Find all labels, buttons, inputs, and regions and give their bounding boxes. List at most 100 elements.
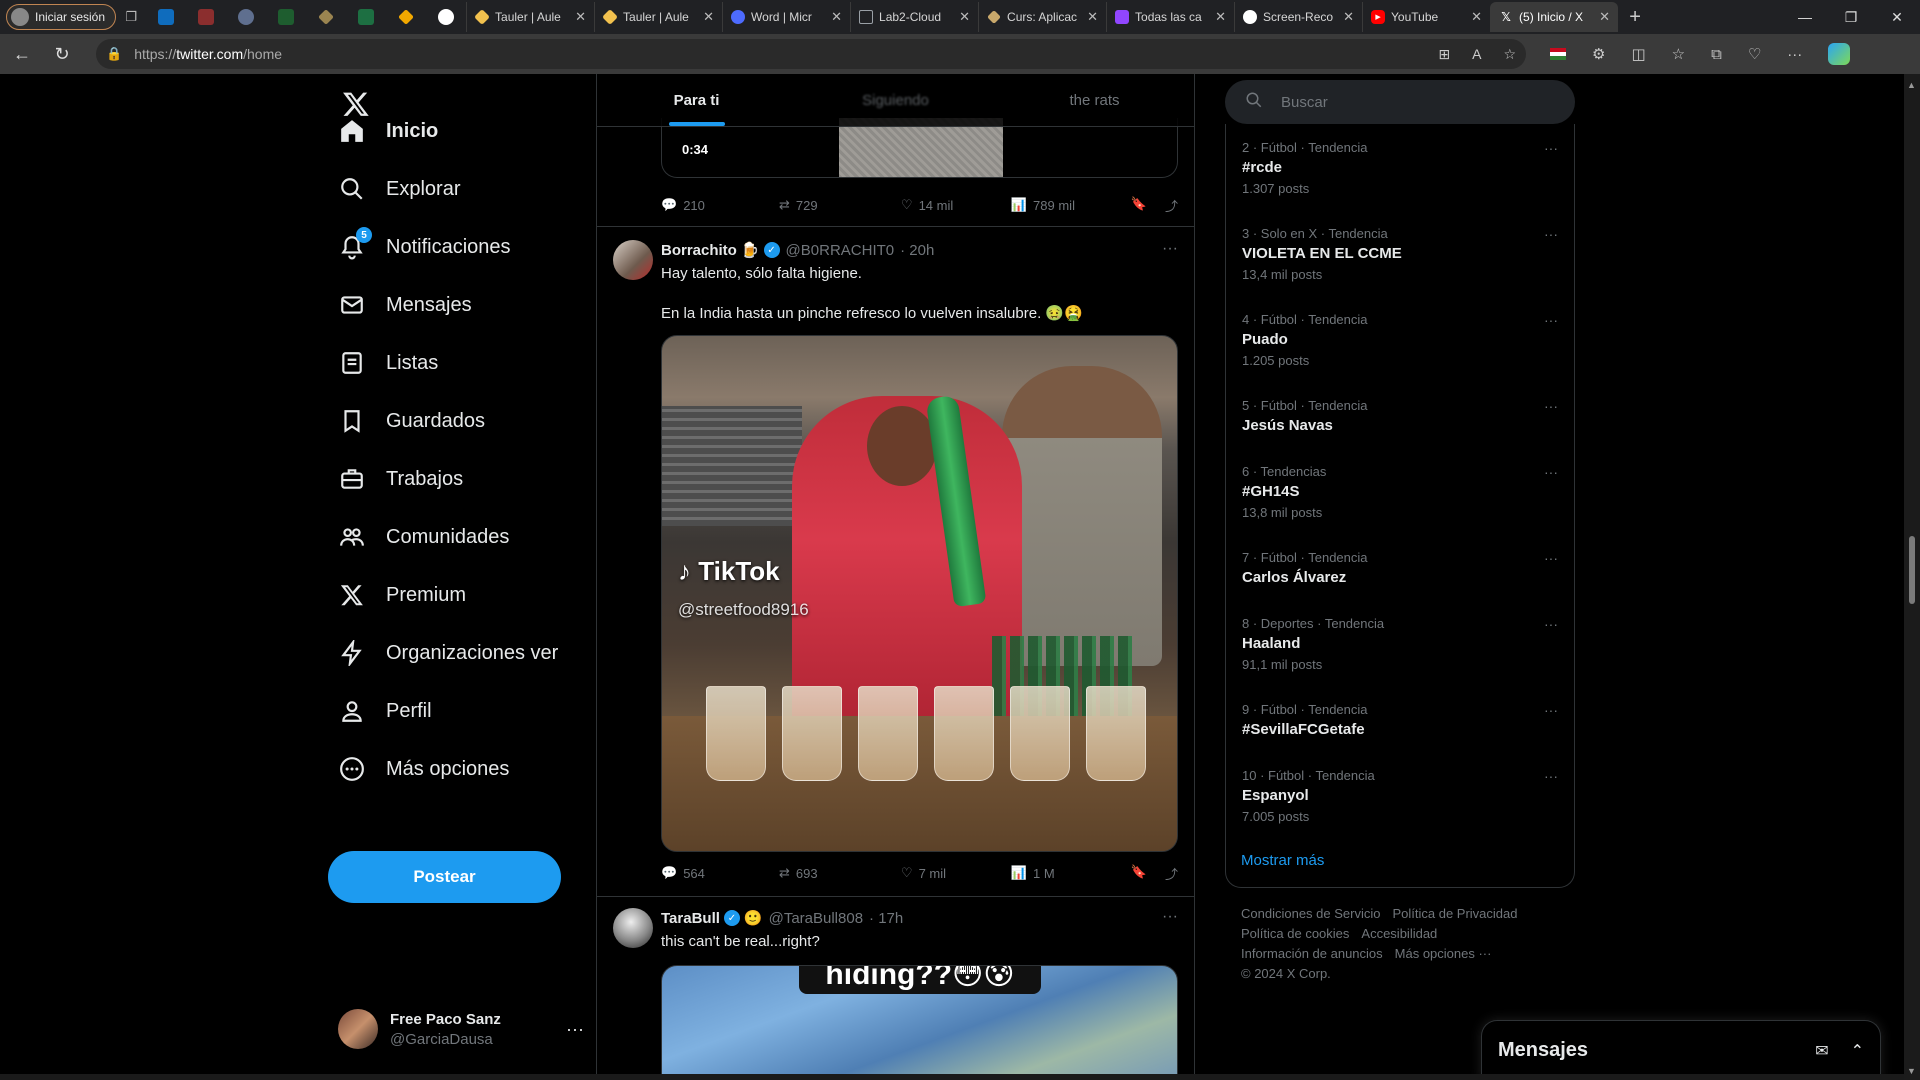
- nav-communities[interactable]: Comunidades: [338, 512, 509, 562]
- reply-button[interactable]: 💬 210: [661, 197, 779, 213]
- search-input[interactable]: Buscar: [1225, 80, 1575, 124]
- tab-the-rats[interactable]: the rats: [995, 74, 1194, 126]
- trend-item[interactable]: 7 · Fútbol · Tendencia Carlos Álvarez ··…: [1242, 550, 1558, 586]
- repost-button[interactable]: ⇄ 693: [779, 865, 901, 881]
- split-screen-icon[interactable]: ◫: [1631, 45, 1645, 63]
- more-icon[interactable]: ···: [1544, 226, 1558, 242]
- more-icon[interactable]: ···: [1544, 616, 1558, 632]
- pinned-tab-sheet[interactable]: [346, 3, 386, 31]
- footer-link[interactable]: Política de Privacidad: [1392, 906, 1517, 921]
- pinned-tab-app[interactable]: [186, 3, 226, 31]
- nav-jobs[interactable]: Trabajos: [338, 454, 463, 504]
- pinned-tab-calc[interactable]: [266, 3, 306, 31]
- footer-link[interactable]: Política de cookies: [1241, 926, 1349, 941]
- trend-item[interactable]: 10 · Fútbol · Tendencia Espanyol 7.005 p…: [1242, 768, 1558, 824]
- footer-link[interactable]: Información de anuncios: [1241, 946, 1383, 961]
- like-button[interactable]: ♡ 14 mil: [901, 197, 1011, 213]
- settings-more-icon[interactable]: ···: [1787, 46, 1802, 63]
- more-icon[interactable]: ···: [1544, 702, 1558, 718]
- avatar[interactable]: [613, 240, 653, 280]
- more-icon[interactable]: ···: [566, 1019, 584, 1040]
- views-button[interactable]: 📊 789 mil: [1011, 197, 1131, 213]
- post-button[interactable]: Postear: [328, 851, 561, 903]
- tab-x-home[interactable]: 𝕏 (5) Inicio / X ✕: [1490, 2, 1619, 32]
- nav-profile[interactable]: Perfil: [338, 686, 432, 736]
- bookmark-icon[interactable]: 🔖: [1131, 864, 1147, 883]
- share-icon[interactable]: ⤴: [1165, 196, 1178, 215]
- tab-youtube[interactable]: ▶ YouTube ✕: [1362, 2, 1490, 32]
- favorite-star-icon[interactable]: ☆: [1503, 46, 1516, 63]
- lock-icon[interactable]: 🔒: [106, 46, 122, 62]
- tweet-time[interactable]: · 20h: [900, 242, 934, 259]
- more-icon[interactable]: ···: [1544, 768, 1558, 784]
- back-button[interactable]: ←: [4, 38, 40, 70]
- trend-item[interactable]: 3 · Solo en X · Tendencia VIOLETA EN EL …: [1242, 226, 1558, 282]
- expand-icon[interactable]: ⌃: [1851, 1041, 1864, 1061]
- tab-tauler-1[interactable]: Tauler | Aule ✕: [466, 2, 594, 32]
- minimize-button[interactable]: —: [1782, 0, 1828, 34]
- reply-button[interactable]: 💬 564: [661, 865, 779, 881]
- views-button[interactable]: 📊 1 M: [1011, 865, 1131, 881]
- close-icon[interactable]: ✕: [1343, 9, 1354, 25]
- tab-word[interactable]: Word | Micr ✕: [722, 2, 850, 32]
- nav-notifications[interactable]: 5 Notificaciones: [338, 222, 511, 272]
- app-available-icon[interactable]: ⊞: [1438, 46, 1450, 63]
- pinned-tab-course[interactable]: [306, 3, 346, 31]
- trend-item[interactable]: 8 · Deportes · Tendencia Haaland 91,1 mi…: [1242, 616, 1558, 672]
- close-icon[interactable]: ✕: [1215, 9, 1226, 25]
- nav-lists[interactable]: Listas: [338, 338, 438, 388]
- read-aloud-icon[interactable]: A: [1472, 46, 1481, 63]
- reload-button[interactable]: ↻: [44, 38, 80, 70]
- tab-twitch[interactable]: Todas las ca ✕: [1106, 2, 1234, 32]
- show-more-link[interactable]: Mostrar más: [1241, 852, 1324, 869]
- workspaces-icon[interactable]: ❐: [116, 3, 146, 31]
- close-icon[interactable]: ✕: [1087, 9, 1098, 25]
- tab-curs[interactable]: Curs: Aplicac ✕: [978, 2, 1106, 32]
- footer-link[interactable]: Más opciones ···: [1395, 946, 1492, 961]
- collections-icon[interactable]: ⧉: [1711, 46, 1722, 63]
- repost-button[interactable]: ⇄ 729: [779, 197, 901, 213]
- like-button[interactable]: ♡ 7 mil: [901, 865, 1011, 881]
- account-switcher[interactable]: Free Paco Sanz @GarciaDausa ···: [338, 1004, 584, 1054]
- author-handle[interactable]: @B0RRACHIT0: [786, 242, 895, 259]
- tab-lab2[interactable]: Lab2-Cloud ✕: [850, 2, 978, 32]
- profile-button[interactable]: Iniciar sesión: [6, 4, 117, 30]
- close-window-button[interactable]: ✕: [1874, 0, 1920, 34]
- pinned-tab-moodle[interactable]: [386, 3, 426, 31]
- close-icon[interactable]: ✕: [703, 9, 714, 25]
- more-icon[interactable]: ···: [1544, 550, 1558, 566]
- restore-button[interactable]: ❐: [1828, 0, 1874, 34]
- tweet-time[interactable]: · 17h: [869, 910, 903, 927]
- more-icon[interactable]: ···: [1162, 908, 1178, 926]
- more-icon[interactable]: ···: [1162, 240, 1178, 258]
- nav-explore[interactable]: Explorar: [338, 164, 460, 214]
- bookmark-icon[interactable]: 🔖: [1131, 196, 1147, 215]
- more-icon[interactable]: ···: [1544, 398, 1558, 414]
- more-icon[interactable]: ···: [1544, 312, 1558, 328]
- close-icon[interactable]: ✕: [1599, 9, 1610, 25]
- new-tab-button[interactable]: +: [1618, 3, 1652, 31]
- messages-drawer[interactable]: Mensajes ✉ ⌃: [1481, 1020, 1881, 1080]
- share-icon[interactable]: ⤴: [1165, 864, 1178, 883]
- nav-bookmarks[interactable]: Guardados: [338, 396, 485, 446]
- tweet-video[interactable]: hiding??😳😰: [661, 965, 1178, 1080]
- author-name[interactable]: TaraBull: [661, 910, 720, 927]
- close-icon[interactable]: ✕: [959, 9, 970, 25]
- avatar[interactable]: [613, 908, 653, 948]
- scroll-up-icon[interactable]: ▲: [1907, 80, 1916, 90]
- scroll-down-icon[interactable]: ▼: [1907, 1066, 1916, 1076]
- more-icon[interactable]: ···: [1544, 464, 1558, 480]
- trend-item[interactable]: 4 · Fútbol · Tendencia Puado 1.205 posts…: [1242, 312, 1558, 368]
- trend-item[interactable]: 5 · Fútbol · Tendencia Jesús Navas ···: [1242, 398, 1558, 434]
- trend-item[interactable]: 9 · Fútbol · Tendencia #SevillaFCGetafe …: [1242, 702, 1558, 738]
- pinned-tab-chatgpt[interactable]: [426, 3, 466, 31]
- copilot-icon[interactable]: [1828, 43, 1851, 65]
- browser-essentials-icon[interactable]: ♡: [1748, 45, 1761, 63]
- nav-verified-orgs[interactable]: Organizaciones ver: [338, 628, 558, 678]
- pinned-tab-outlook[interactable]: [146, 3, 186, 31]
- tab-tauler-2[interactable]: Tauler | Aule ✕: [594, 2, 722, 32]
- previous-tweet-video[interactable]: 0:34: [661, 118, 1178, 178]
- nav-more[interactable]: Más opciones: [338, 744, 509, 794]
- nav-messages[interactable]: Mensajes: [338, 280, 472, 330]
- author-name[interactable]: Borrachito: [661, 242, 737, 259]
